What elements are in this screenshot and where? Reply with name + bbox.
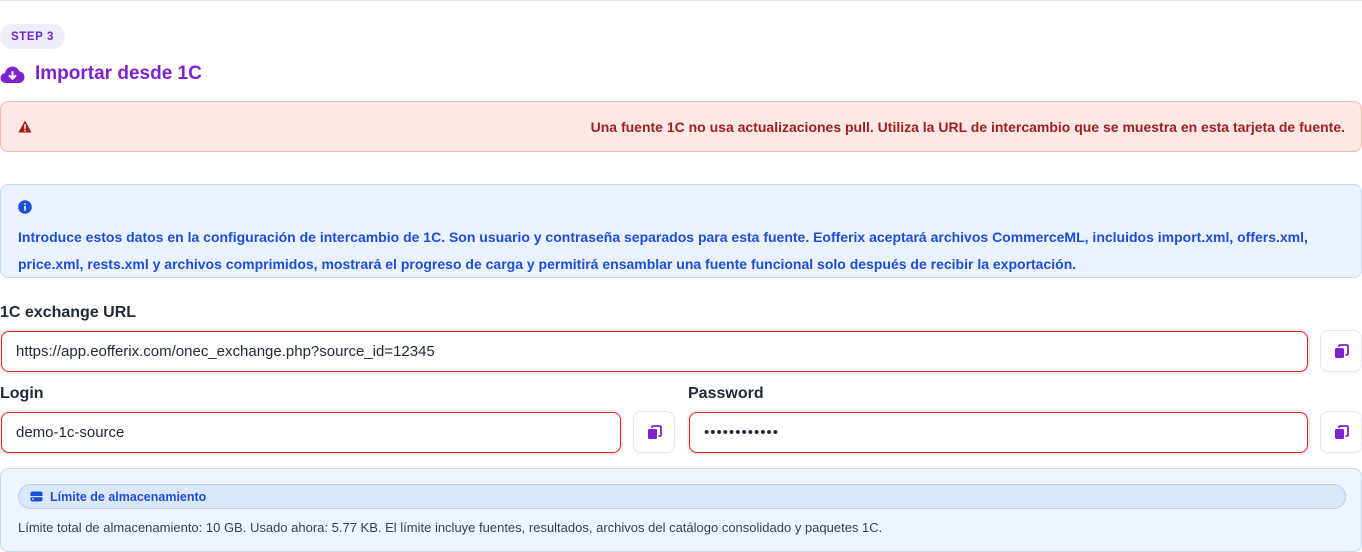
- copy-icon: [1334, 343, 1349, 358]
- info-text-line: price.xml, rests.xml y archivos comprimi…: [18, 256, 1077, 272]
- copy-icon: [647, 424, 662, 439]
- top-divider: [0, 0, 1362, 1]
- password-label: Password: [688, 385, 764, 402]
- exchange-url-label: 1C exchange URL: [0, 304, 137, 321]
- storage-description: Límite total de almacenamiento: 10 GB. U…: [18, 520, 883, 535]
- info-text: Introduce estos datos en la configuració…: [18, 224, 1338, 278]
- storage-header: Límite de almacenamiento: [18, 484, 1346, 509]
- warning-text: Una fuente 1C no usa actualizaciones pul…: [590, 119, 1345, 135]
- cloud-download-icon: [0, 66, 25, 83]
- copy-password-button[interactable]: [1320, 411, 1362, 453]
- login-label: Login: [0, 385, 44, 402]
- copy-url-button[interactable]: [1320, 330, 1362, 372]
- copy-login-button[interactable]: [633, 411, 675, 453]
- warning-alert: Una fuente 1C no usa actualizaciones pul…: [0, 101, 1362, 152]
- info-alert: Introduce estos datos en la configuració…: [0, 184, 1362, 278]
- storage-title: Límite de almacenamiento: [50, 489, 207, 504]
- warning-triangle-icon: [18, 120, 32, 133]
- page-title: Importar desde 1C: [35, 63, 202, 84]
- step-badge: STEP 3: [0, 24, 66, 49]
- section-header: Importar desde 1C: [0, 62, 202, 86]
- storage-icon: [30, 491, 43, 502]
- storage-card: Límite de almacenamiento Límite total de…: [0, 468, 1362, 552]
- info-text-line: Introduce estos datos en la configuració…: [18, 229, 1308, 245]
- exchange-url-input[interactable]: [1, 331, 1308, 372]
- password-input[interactable]: [689, 412, 1308, 453]
- copy-icon: [1334, 424, 1349, 439]
- info-circle-icon: [18, 200, 32, 214]
- page: STEP 3 Importar desde 1C Una fuente 1C n…: [0, 0, 1362, 552]
- login-input[interactable]: [1, 412, 621, 453]
